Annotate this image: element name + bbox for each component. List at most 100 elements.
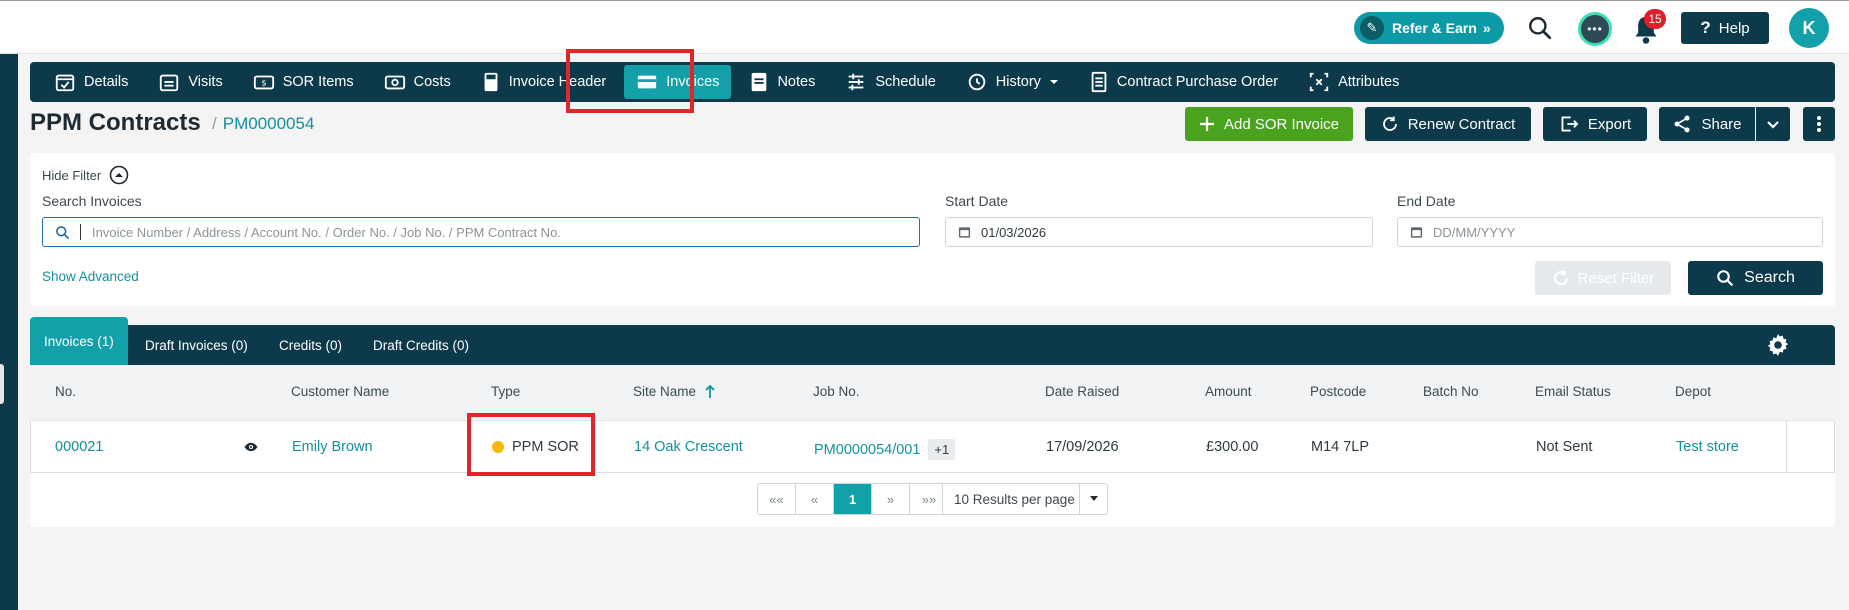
col-no[interactable]: No. xyxy=(55,384,76,399)
search-invoices-input[interactable]: Invoice Number / Address / Account No. /… xyxy=(42,217,920,247)
avatar[interactable]: K xyxy=(1789,8,1829,48)
more-options-button[interactable] xyxy=(1803,107,1835,141)
button-label: Reset Filter xyxy=(1577,269,1655,287)
plus-icon xyxy=(1199,117,1214,131)
gear-icon[interactable] xyxy=(1765,332,1791,358)
next-page-button[interactable]: » xyxy=(872,484,910,514)
left-sidebar-strip xyxy=(0,54,18,610)
site-name-link[interactable]: 14 Oak Crescent xyxy=(634,439,743,455)
attributes-icon xyxy=(1309,72,1329,92)
nav-label: Invoices xyxy=(666,74,720,90)
tab-draft-invoices[interactable]: Draft Invoices (0) xyxy=(145,325,248,365)
svg-text:$: $ xyxy=(261,78,266,88)
calendar-icon xyxy=(1410,227,1423,238)
col-amount[interactable]: Amount xyxy=(1205,384,1252,399)
nav-invoice-header[interactable]: Invoice Header xyxy=(469,65,619,99)
tab-credits[interactable]: Credits (0) xyxy=(279,325,342,365)
renew-contract-button[interactable]: Renew Contract xyxy=(1365,107,1531,141)
refresh-icon xyxy=(1382,116,1397,131)
row-divider xyxy=(1786,421,1787,473)
invoice-type: PPM SOR xyxy=(492,439,579,455)
double-chevron-icon: » xyxy=(1482,20,1491,36)
results-per-page-select[interactable]: 10 Results per page xyxy=(942,483,1108,515)
nav-contract-purchase-order[interactable]: Contract Purchase Order xyxy=(1077,65,1290,99)
share-button[interactable]: Share xyxy=(1659,107,1755,141)
invoices-panel: Invoices (1) Draft Invoices (0) Credits … xyxy=(30,317,1835,527)
col-postcode[interactable]: Postcode xyxy=(1310,384,1366,399)
refer-earn-button[interactable]: ✎ Refer & Earn » xyxy=(1354,12,1504,44)
col-job-no[interactable]: Job No. xyxy=(813,384,860,399)
hide-filter-toggle[interactable]: Hide Filter xyxy=(42,165,129,185)
refer-label: Refer & Earn xyxy=(1392,20,1477,36)
col-type[interactable]: Type xyxy=(491,384,520,399)
nav-label: Attributes xyxy=(1338,74,1400,90)
search-icon xyxy=(56,225,69,239)
search-icon[interactable] xyxy=(1524,12,1556,44)
first-page-button[interactable]: «« xyxy=(758,484,796,514)
nav-invoices[interactable]: Invoices xyxy=(624,65,732,99)
eye-icon[interactable] xyxy=(244,441,258,453)
question-icon: ? xyxy=(1700,18,1711,37)
nav-costs[interactable]: Costs xyxy=(372,65,463,99)
per-page-value: 10 Results per page xyxy=(954,491,1075,507)
export-button[interactable]: Export xyxy=(1543,107,1647,141)
nav-label: SOR Items xyxy=(282,74,354,90)
start-date-input[interactable]: 01/03/2026 xyxy=(945,217,1373,247)
customer-name-link[interactable]: Emily Brown xyxy=(292,439,373,455)
nav-label: Details xyxy=(84,74,129,90)
help-button[interactable]: ? Help xyxy=(1681,12,1769,44)
col-depot[interactable]: Depot xyxy=(1675,384,1711,399)
nav-schedule[interactable]: Schedule xyxy=(833,65,947,99)
col-date-raised[interactable]: Date Raised xyxy=(1045,384,1119,399)
notifications-button[interactable]: 15 xyxy=(1630,9,1666,45)
breadcrumb-separator: / xyxy=(212,114,217,133)
email-status: Not Sent xyxy=(1536,439,1593,455)
nav-details[interactable]: Details xyxy=(42,65,140,99)
nav-history[interactable]: History xyxy=(954,65,1071,99)
nav-sor-items[interactable]: $ SOR Items xyxy=(241,65,366,99)
more-jobs-badge[interactable]: +1 xyxy=(928,439,956,460)
breadcrumb-contract-id[interactable]: PM0000054 xyxy=(223,114,315,133)
sidebar-toggle[interactable] xyxy=(0,364,4,404)
col-customer-name[interactable]: Customer Name xyxy=(291,384,389,399)
nav-notes[interactable]: Notes xyxy=(737,65,827,99)
reset-filter-button[interactable]: Reset Filter xyxy=(1535,261,1671,295)
hide-filter-label: Hide Filter xyxy=(42,167,102,183)
col-email-status[interactable]: Email Status xyxy=(1535,384,1611,399)
table-header: No. Customer Name Type Site Name Job No.… xyxy=(30,365,1835,421)
col-batch-no[interactable]: Batch No xyxy=(1423,384,1479,399)
refer-icon: ✎ xyxy=(1360,16,1384,40)
tab-invoices[interactable]: Invoices (1) xyxy=(30,317,128,365)
contract-nav: Details Visits $ SOR Items Costs Invoice… xyxy=(30,62,1835,102)
end-date-label: End Date xyxy=(1397,193,1456,209)
search-icon xyxy=(1717,270,1734,286)
nav-label: Invoice Header xyxy=(508,74,607,90)
nav-label: Visits xyxy=(188,74,223,90)
nav-visits[interactable]: Visits xyxy=(146,65,234,99)
notification-badge: 15 xyxy=(1644,9,1666,29)
receipt-icon xyxy=(1091,71,1107,93)
show-advanced-link[interactable]: Show Advanced xyxy=(42,269,139,284)
prev-page-button[interactable]: « xyxy=(796,484,834,514)
chat-icon[interactable]: ••• xyxy=(1578,12,1612,46)
start-date-value: 01/03/2026 xyxy=(981,224,1047,240)
nav-attributes[interactable]: Attributes xyxy=(1296,65,1411,99)
cash-icon xyxy=(384,75,405,90)
search-button[interactable]: Search xyxy=(1688,261,1823,295)
tab-draft-credits[interactable]: Draft Credits (0) xyxy=(373,325,469,365)
depot-link[interactable]: Test store xyxy=(1676,439,1739,455)
invoice-number-link[interactable]: 000021 xyxy=(55,439,103,455)
job-number-link[interactable]: PM0000054/001 xyxy=(814,442,920,458)
end-date-input[interactable]: DD/MM/YYYY xyxy=(1397,217,1823,247)
share-dropdown-button[interactable] xyxy=(1756,107,1790,141)
invoice-tabs: Invoices (1) Draft Invoices (0) Credits … xyxy=(30,317,1835,365)
add-sor-invoice-button[interactable]: Add SOR Invoice xyxy=(1185,107,1353,141)
money-bill-icon: $ xyxy=(253,75,274,90)
col-site-name[interactable]: Site Name xyxy=(633,384,716,399)
button-label: Search xyxy=(1744,269,1795,286)
table-row: 000021 Emily Brown PPM SOR 14 Oak Cresce… xyxy=(30,421,1835,473)
calculator-icon xyxy=(484,72,498,92)
text-caret xyxy=(80,224,81,240)
page-1-button[interactable]: 1 xyxy=(834,484,872,514)
chevron-up-circle-icon xyxy=(109,165,129,185)
